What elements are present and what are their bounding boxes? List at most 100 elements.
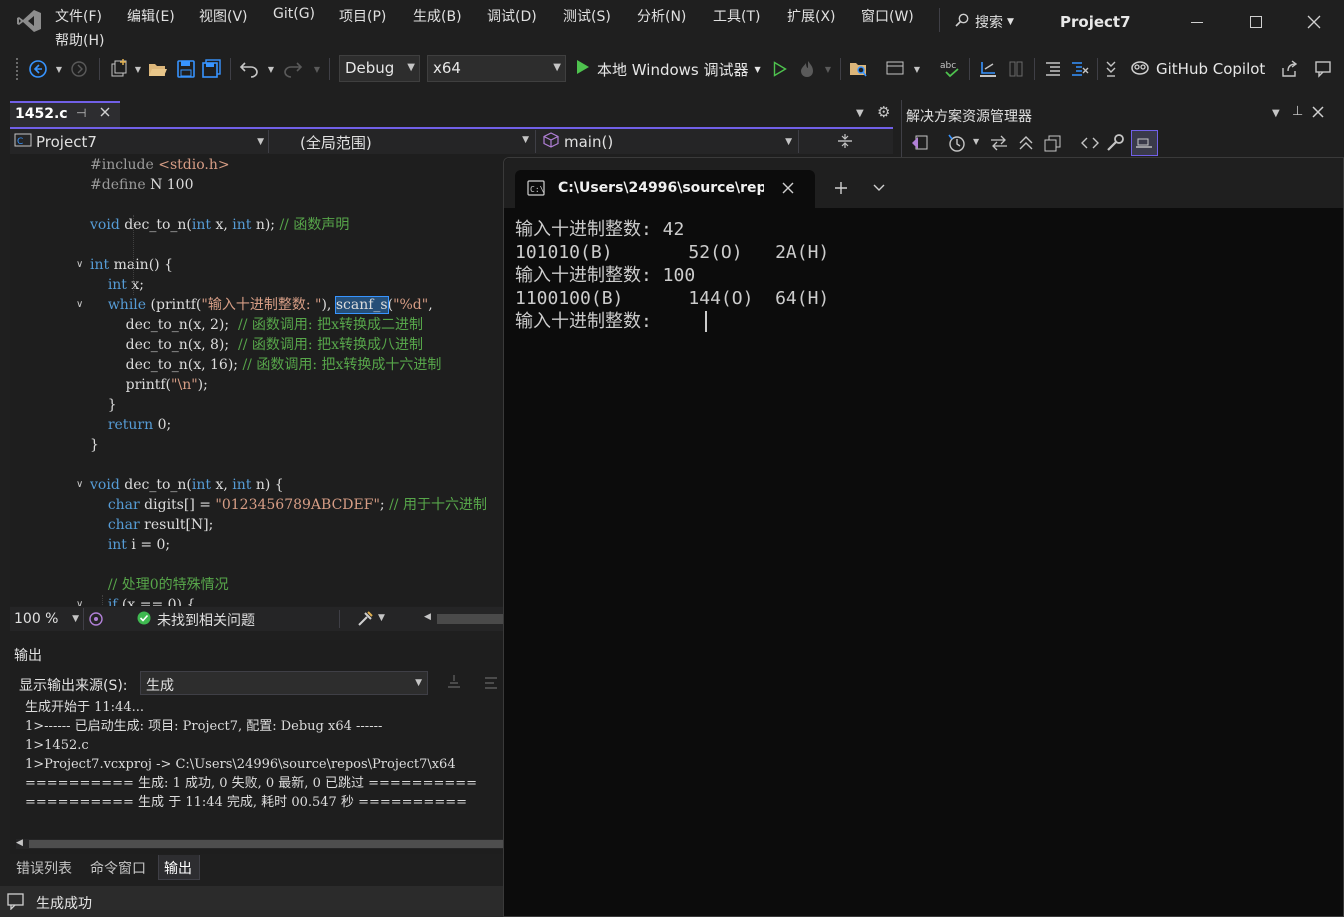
properties-wrench-icon[interactable] xyxy=(1106,134,1126,152)
spell-check-icon[interactable]: abc xyxy=(940,58,962,80)
tab-list-dropdown-icon[interactable]: ▼ xyxy=(856,108,864,119)
code-line[interactable]: } xyxy=(90,395,117,415)
find-in-files-icon[interactable] xyxy=(848,58,870,80)
code-line[interactable]: dec_to_n(x, 2); // 函数调用: 把x转换成二进制 xyxy=(90,315,423,335)
close-panel-icon[interactable] xyxy=(1311,105,1325,119)
tab-output[interactable]: 输出 xyxy=(158,855,200,880)
chevron-down-icon[interactable]: ▼ xyxy=(266,58,276,80)
menu-git[interactable]: Git(G) xyxy=(273,6,315,22)
code-cleanup-icon[interactable]: ▼ xyxy=(356,610,388,628)
horizontal-scrollbar[interactable] xyxy=(437,614,504,624)
undo-icon[interactable] xyxy=(238,58,260,80)
editor-tab[interactable]: 1452.c ⊣ xyxy=(10,101,120,127)
scroll-left-icon[interactable]: ◀ xyxy=(424,612,431,622)
feedback-icon[interactable] xyxy=(1312,58,1334,80)
pin-icon[interactable]: ⊥ xyxy=(1292,104,1303,119)
code-line[interactable]: // 处理0的特殊情况 xyxy=(90,575,229,595)
code-line[interactable]: dec_to_n(x, 16); // 函数调用: 把x转换成十六进制 xyxy=(90,355,442,375)
menu-edit[interactable]: 编辑(E) xyxy=(127,6,175,26)
platform-dropdown[interactable]: x64 ▼ xyxy=(427,55,566,82)
code-editor[interactable]: #include <stdio.h> #define N 100 void dec_… xyxy=(10,154,504,606)
tab-error-list[interactable]: 错误列表 xyxy=(16,858,72,878)
split-editor-icon[interactable] xyxy=(836,133,854,149)
toolbar-overflow-icon[interactable] xyxy=(1104,58,1118,80)
share-icon[interactable] xyxy=(1278,58,1300,80)
intellicode-icon[interactable] xyxy=(88,611,104,627)
code-view-icon[interactable] xyxy=(1080,134,1100,152)
chevron-down-icon[interactable]: ▼ xyxy=(312,58,322,80)
maximize-button[interactable] xyxy=(1244,12,1268,32)
status-message-icon[interactable] xyxy=(6,892,26,911)
pending-changes-icon[interactable]: ▼ xyxy=(947,133,981,153)
word-wrap-icon[interactable] xyxy=(482,673,500,691)
start-debugging-button[interactable]: 本地 Windows 调试器 ▼ xyxy=(576,57,761,81)
code-line[interactable]: dec_to_n(x, 8); // 函数调用: 把x转换成八进制 xyxy=(90,335,423,355)
code-line[interactable]: int main() { xyxy=(90,255,173,275)
console-tab[interactable]: C:\ C:\Users\24996\source\repos\ xyxy=(515,170,815,208)
show-all-files-icon[interactable] xyxy=(1043,134,1063,152)
navigate-back-icon[interactable] xyxy=(26,58,50,80)
format-icon[interactable] xyxy=(977,58,999,80)
code-line[interactable]: } xyxy=(90,435,99,455)
github-copilot-button[interactable]: GitHub Copilot xyxy=(1130,57,1265,81)
close-window-button[interactable] xyxy=(1302,10,1326,34)
preview-selected-icon[interactable] xyxy=(1131,130,1158,156)
output-source-dropdown[interactable]: 生成 ▼ xyxy=(140,671,428,695)
issues-indicator[interactable]: 未找到相关问题 xyxy=(137,610,255,630)
tab-command-window[interactable]: 命令窗口 xyxy=(90,858,146,878)
clear-all-icon[interactable] xyxy=(445,673,463,691)
redo-icon[interactable] xyxy=(282,58,304,80)
panel-menu-icon[interactable]: ▼ xyxy=(1272,108,1280,119)
open-folder-icon[interactable] xyxy=(147,58,169,80)
output-scrollbar[interactable]: ◀ xyxy=(16,838,504,849)
save-all-icon[interactable] xyxy=(201,58,223,80)
chevron-down-icon[interactable]: ▼ xyxy=(54,58,64,80)
code-line[interactable]: void dec_to_n(int x, int n) { xyxy=(90,475,284,495)
menu-extensions[interactable]: 扩展(X) xyxy=(787,6,836,26)
console-window[interactable]: C:\ C:\Users\24996\source\repos\ 输入十进制整数… xyxy=(503,157,1344,917)
solution-config-dropdown[interactable]: Debug ▼ xyxy=(339,55,420,82)
code-line[interactable]: return 0; xyxy=(90,415,171,435)
console-output[interactable]: 输入十进制整数: 42 101010(B) 52(O) 2A(H) 输入十进制整数:… xyxy=(504,158,1343,916)
code-line[interactable]: #define N 100 xyxy=(90,175,194,195)
close-tab-icon[interactable] xyxy=(98,105,112,123)
menu-help[interactable]: 帮助(H) xyxy=(55,30,104,50)
scroll-left-icon[interactable]: ◀ xyxy=(16,838,23,848)
nav-scope-dropdown[interactable]: (全局范围) ▼ xyxy=(270,130,536,153)
menu-file[interactable]: 文件(F) xyxy=(55,6,102,26)
fold-toggle-icon[interactable]: ∨ xyxy=(76,259,83,270)
gear-icon[interactable]: ⚙ xyxy=(877,103,890,121)
menu-tools[interactable]: 工具(T) xyxy=(713,6,760,26)
code-line[interactable]: if (x == 0) { xyxy=(90,595,196,606)
code-line[interactable]: char result[N]; xyxy=(90,515,214,535)
uncomment-lines-icon[interactable] xyxy=(1068,58,1090,80)
nav-project-dropdown[interactable]: C Project7 ▼ xyxy=(10,130,269,153)
fold-toggle-icon[interactable]: ∨ xyxy=(76,299,83,310)
column-icon[interactable] xyxy=(1005,58,1027,80)
code-line[interactable]: char digits[] = "0123456789ABCDEF"; // 用… xyxy=(90,495,487,515)
menu-debug[interactable]: 调试(D) xyxy=(487,6,537,26)
collapse-all-icon[interactable] xyxy=(1016,134,1036,152)
navigate-forward-icon[interactable] xyxy=(68,58,90,80)
minimize-button[interactable] xyxy=(1185,12,1209,32)
search-box[interactable]: 搜索 ▼ xyxy=(955,11,1014,33)
hot-reload-icon[interactable] xyxy=(797,58,819,80)
fold-toggle-icon[interactable]: ∨ xyxy=(76,599,83,606)
sync-icon[interactable] xyxy=(989,134,1009,152)
menu-project[interactable]: 项目(P) xyxy=(339,6,386,26)
layout-icon[interactable] xyxy=(884,58,906,80)
save-icon[interactable] xyxy=(175,58,197,80)
close-console-tab-icon[interactable] xyxy=(781,181,795,195)
nav-member-dropdown[interactable]: main() ▼ xyxy=(537,130,799,153)
menu-window[interactable]: 窗口(W) xyxy=(861,6,914,26)
chevron-down-icon[interactable]: ▼ xyxy=(823,58,833,80)
scrollbar-thumb[interactable] xyxy=(29,840,504,848)
code-line[interactable]: int x; xyxy=(90,275,144,295)
menu-build[interactable]: 生成(B) xyxy=(413,6,462,26)
chevron-down-icon[interactable]: ▼ xyxy=(133,58,143,80)
pin-icon[interactable]: ⊣ xyxy=(76,106,86,120)
code-line[interactable]: int i = 0; xyxy=(90,535,170,555)
new-tab-icon[interactable] xyxy=(833,180,849,196)
chevron-down-icon[interactable]: ▼ xyxy=(912,58,922,80)
switch-views-icon[interactable] xyxy=(910,133,930,153)
